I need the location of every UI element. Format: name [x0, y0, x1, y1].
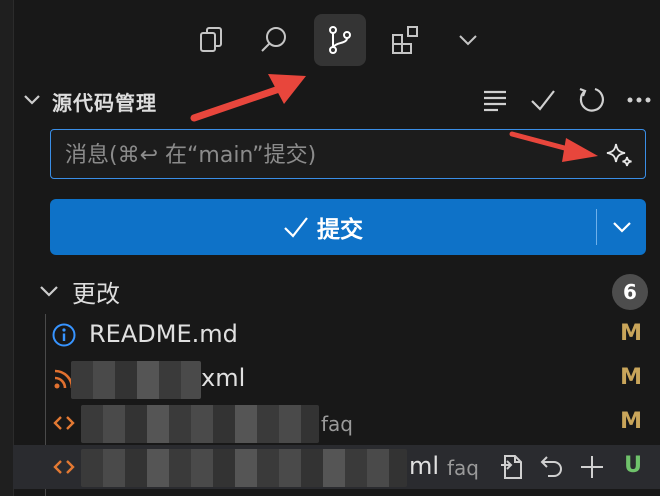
- check-icon: [284, 217, 308, 238]
- redacted-filename: [81, 449, 407, 487]
- search-icon: [261, 27, 286, 52]
- chevron-down-icon: [40, 286, 58, 297]
- source-control-icon: [329, 26, 351, 54]
- extensions-icon: [392, 26, 418, 54]
- file-row-faq-untracked[interactable]: ml faq U: [13, 445, 660, 489]
- commit-button-group: 提交: [50, 199, 646, 255]
- chevron-down-icon: [459, 35, 477, 46]
- source-control-header[interactable]: 源代码管理: [18, 80, 658, 118]
- section-title: 源代码管理: [52, 91, 157, 115]
- file-status-untracked: U: [624, 453, 642, 478]
- sparkle-icon: [606, 143, 632, 167]
- copy-icon: [200, 27, 222, 52]
- refresh-icon: [579, 87, 604, 112]
- commit-check-button[interactable]: [526, 84, 560, 116]
- file-row-xml[interactable]: xml M: [13, 357, 660, 401]
- discard-changes-button[interactable]: [536, 451, 568, 483]
- open-file-icon: [501, 455, 522, 479]
- explorer-button[interactable]: [186, 14, 238, 66]
- commit-message-box: [50, 129, 646, 180]
- activity-bar: [182, 14, 492, 68]
- file-status-modified: M: [620, 321, 642, 346]
- extensions-button[interactable]: [380, 14, 432, 66]
- file-name: README.md: [89, 320, 238, 348]
- file-row-actions: [494, 451, 624, 483]
- refresh-button[interactable]: [574, 84, 608, 116]
- commit-button-label: 提交: [317, 217, 363, 243]
- more-actions-button[interactable]: [622, 84, 656, 116]
- left-edge-panel: [0, 0, 14, 496]
- view-as-tree-button[interactable]: [478, 84, 512, 116]
- chevron-down-icon: [612, 222, 631, 233]
- commit-message-input[interactable]: [63, 130, 597, 180]
- file-row-faq-modified[interactable]: faq M: [13, 401, 660, 445]
- check-icon: [531, 90, 555, 111]
- file-status-modified: M: [620, 409, 642, 434]
- file-status-modified: M: [620, 365, 642, 390]
- code-icon: [51, 410, 77, 436]
- file-directory: faq: [447, 456, 479, 480]
- file-name: xml: [201, 364, 246, 392]
- stage-changes-button[interactable]: [576, 451, 608, 483]
- changes-group-header[interactable]: 更改 6: [30, 270, 660, 310]
- chevron-down-icon: [24, 95, 40, 105]
- redacted-filename: [81, 405, 319, 443]
- generate-message-button[interactable]: [605, 140, 635, 170]
- code-icon: [51, 454, 77, 480]
- file-row-readme[interactable]: README.md M: [13, 313, 660, 357]
- info-icon: [51, 322, 77, 348]
- file-name: ml: [409, 452, 440, 480]
- file-directory: faq: [321, 412, 353, 436]
- more-icon: [627, 97, 651, 103]
- view-as-tree-icon: [484, 90, 506, 112]
- changes-count-badge: 6: [612, 274, 648, 310]
- plus-icon: [581, 456, 603, 478]
- open-file-button[interactable]: [496, 451, 528, 483]
- more-views-button[interactable]: [442, 14, 494, 66]
- commit-options-button[interactable]: [597, 199, 646, 255]
- search-button[interactable]: [248, 14, 300, 66]
- redacted-filename: [71, 361, 201, 399]
- source-control-button[interactable]: [314, 14, 366, 66]
- changes-title: 更改: [72, 280, 120, 308]
- commit-button[interactable]: 提交: [50, 199, 596, 255]
- discard-icon: [540, 456, 562, 477]
